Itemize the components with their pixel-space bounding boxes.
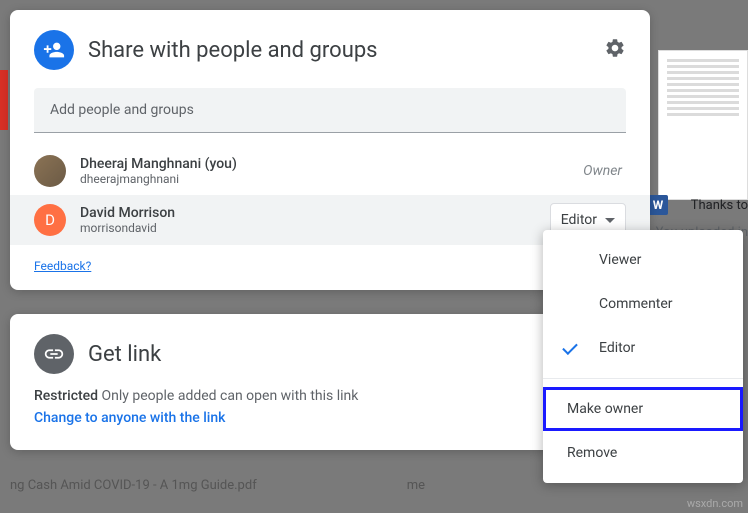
bg-file-owner: me bbox=[407, 478, 425, 493]
watermark: wsxdn.com bbox=[687, 497, 743, 510]
share-dialog-title: Share with people and groups bbox=[88, 38, 590, 63]
menu-item-editor[interactable]: Editor bbox=[543, 326, 743, 370]
share-people-icon bbox=[34, 30, 74, 70]
menu-item-make-owner[interactable]: Make owner bbox=[543, 387, 743, 431]
menu-item-viewer[interactable]: Viewer bbox=[543, 238, 743, 282]
restricted-label: Restricted bbox=[34, 388, 98, 404]
link-icon bbox=[34, 334, 74, 374]
settings-gear-icon[interactable] bbox=[604, 37, 626, 63]
restricted-desc: Only people added can open with this lin… bbox=[98, 388, 358, 404]
person-email: dheerajmanghnani bbox=[80, 172, 569, 186]
person-name: David Morrison bbox=[80, 205, 536, 221]
word-doc-icon: W bbox=[648, 195, 668, 215]
role-owner-label: Owner bbox=[583, 163, 626, 179]
avatar: D bbox=[34, 204, 66, 236]
avatar bbox=[34, 155, 66, 187]
add-people-input[interactable]: Add people and groups bbox=[34, 88, 626, 133]
person-row-owner: Dheeraj Manghnani (you) dheerajmanghnani… bbox=[10, 147, 650, 195]
bg-thanks-text: Thanks to bbox=[691, 198, 748, 213]
person-name: Dheeraj Manghnani (you) bbox=[80, 156, 569, 172]
role-dropdown-menu: Viewer Commenter Editor Make owner Remov… bbox=[543, 230, 743, 483]
bg-file-name: ng Cash Amid COVID-19 - A 1mg Guide.pdf bbox=[10, 478, 257, 493]
feedback-link[interactable]: Feedback? bbox=[34, 259, 91, 273]
role-dropdown-label: Editor bbox=[561, 212, 597, 228]
menu-item-remove[interactable]: Remove bbox=[543, 431, 743, 475]
menu-item-commenter[interactable]: Commenter bbox=[543, 282, 743, 326]
menu-separator bbox=[543, 378, 743, 379]
change-link-access[interactable]: Change to anyone with the link bbox=[34, 410, 626, 426]
chevron-down-icon bbox=[605, 218, 615, 223]
person-email: morrisondavid bbox=[80, 221, 536, 235]
